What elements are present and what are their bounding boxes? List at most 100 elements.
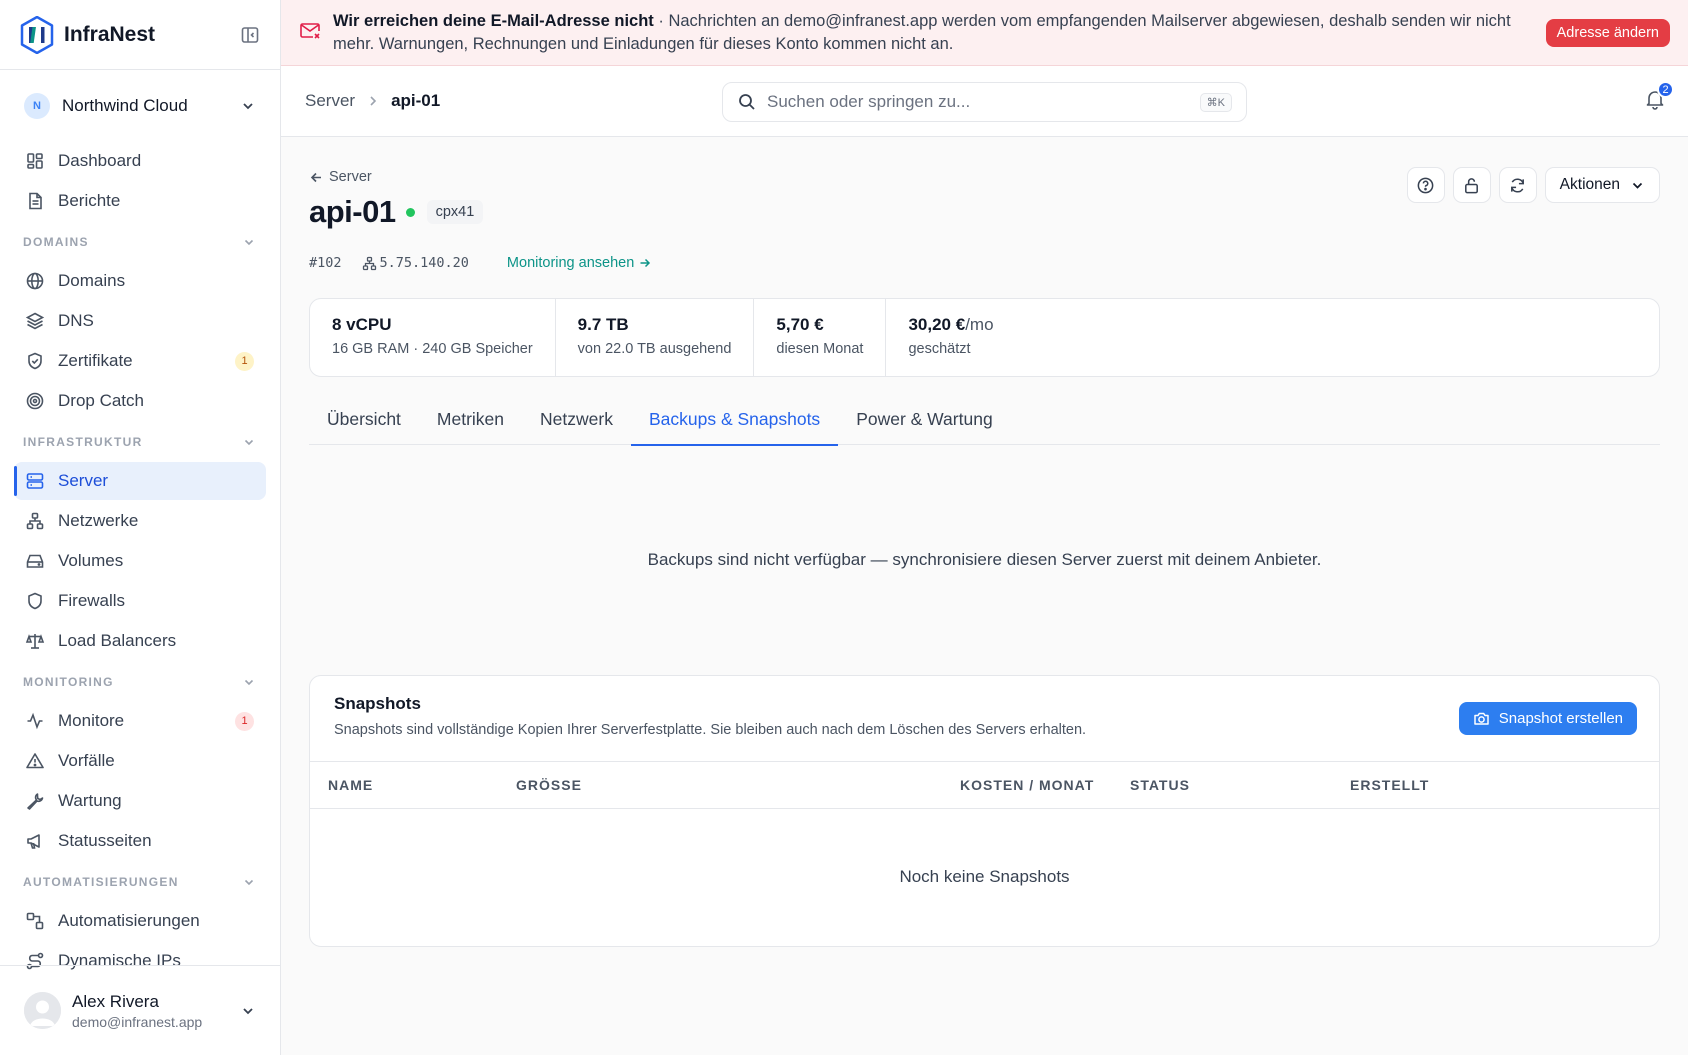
server-type-badge: cpx41 bbox=[426, 200, 484, 224]
shield-check-icon bbox=[28, 352, 42, 370]
unlock-button[interactable] bbox=[1452, 167, 1491, 203]
column-erstellt[interactable]: ERSTELLT bbox=[1350, 777, 1429, 793]
dashboard-icon bbox=[27, 153, 43, 169]
breadcrumb-current: api-01 bbox=[391, 91, 441, 110]
section-infrastruktur[interactable]: INFRASTRUKTUR bbox=[14, 422, 266, 462]
snapshots-empty-state: Noch keine Snapshots bbox=[899, 867, 1070, 886]
tab-power-wartung[interactable]: Power & Wartung bbox=[838, 393, 1011, 445]
snapshots-description: Snapshots sind vollständige Kopien Ihrer… bbox=[334, 722, 1087, 738]
user-email: demo@infranest.app bbox=[72, 1013, 203, 1030]
monitoring-link-label: Monitoring ansehen bbox=[506, 255, 635, 271]
sidebar-item-netzwerke[interactable]: Netzwerke bbox=[14, 502, 266, 540]
user-name: Alex Rivera bbox=[72, 991, 159, 1011]
refresh-button[interactable] bbox=[1498, 167, 1537, 203]
sidebar-item-label: Domains bbox=[58, 271, 126, 290]
monitoring-link[interactable]: Monitoring ansehen bbox=[507, 255, 652, 271]
hard-drive-icon bbox=[26, 554, 44, 568]
user-menu[interactable]: Alex Rivera demo@infranest.app bbox=[0, 965, 280, 1055]
stat-value: 8 vCPU bbox=[332, 315, 392, 334]
section-title: AUTOMATISIERUNGEN bbox=[23, 875, 179, 889]
chevron-down-icon bbox=[244, 239, 254, 246]
sidebar-item-wartung[interactable]: Wartung bbox=[14, 782, 266, 820]
org-switcher[interactable]: N Northwind Cloud bbox=[0, 70, 280, 142]
sidebar-item-firewalls[interactable]: Firewalls bbox=[14, 582, 266, 620]
sidebar-item-server[interactable]: Server bbox=[14, 462, 266, 500]
section-monitoring[interactable]: MONITORING bbox=[14, 662, 266, 702]
column-groesse[interactable]: GRÖSSE bbox=[516, 777, 582, 793]
sidebar-item-berichte[interactable]: Berichte bbox=[14, 182, 266, 220]
snapshots-table-header: NAME GRÖSSE KOSTEN / MONAT STATUS ERSTEL… bbox=[310, 762, 1659, 809]
sidebar-nav: Dashboard Berichte DOMAINS Domains DNS Z… bbox=[0, 142, 280, 980]
chevron-down-icon bbox=[243, 1007, 253, 1014]
unlock-icon bbox=[1465, 177, 1479, 193]
tab-netzwerk[interactable]: Netzwerk bbox=[522, 393, 631, 445]
sidebar-item-label: DNS bbox=[58, 311, 94, 330]
notifications-button[interactable]: 2 bbox=[1644, 81, 1674, 110]
warning-triangle-icon bbox=[26, 753, 44, 769]
layers-icon bbox=[25, 312, 45, 330]
target-icon bbox=[26, 392, 44, 410]
sidebar-item-volumes[interactable]: Volumes bbox=[14, 542, 266, 580]
breadcrumb-server[interactable]: Server bbox=[305, 91, 355, 111]
sidebar-item-label: Statusseiten bbox=[58, 831, 152, 850]
sidebar-item-automatisierungen[interactable]: Automatisierungen bbox=[14, 902, 266, 940]
network-icon bbox=[26, 512, 44, 530]
change-address-button[interactable]: Adresse ändern bbox=[1545, 18, 1670, 47]
section-title: INFRASTRUKTUR bbox=[23, 435, 143, 449]
search-icon bbox=[739, 94, 755, 110]
shield-icon bbox=[28, 592, 42, 610]
sidebar-collapse-icon[interactable] bbox=[240, 25, 260, 45]
section-automatisierungen[interactable]: AUTOMATISIERUNGEN bbox=[14, 862, 266, 902]
sidebar-item-zertifikate[interactable]: Zertifikate 1 bbox=[14, 342, 266, 380]
section-title: DOMAINS bbox=[23, 235, 89, 249]
column-name[interactable]: NAME bbox=[328, 777, 373, 793]
alert-title: Wir erreichen deine E-Mail-Adresse nicht bbox=[333, 11, 654, 30]
activity-icon bbox=[27, 712, 43, 730]
sidebar-item-dashboard[interactable]: Dashboard bbox=[14, 142, 266, 180]
sidebar-item-label: Automatisierungen bbox=[58, 911, 200, 930]
create-snapshot-button[interactable]: Snapshot erstellen bbox=[1458, 702, 1637, 735]
section-domains[interactable]: DOMAINS bbox=[14, 222, 266, 262]
sidebar-item-label: Berichte bbox=[58, 191, 121, 210]
mail-error-icon bbox=[300, 23, 320, 39]
sidebar-item-label: Wartung bbox=[58, 791, 122, 810]
count-badge: 1 bbox=[235, 711, 254, 731]
stat-value: 9.7 TB bbox=[577, 315, 629, 334]
search-input[interactable]: Suchen oder springen zu... ⌘K bbox=[722, 82, 1247, 122]
breadcrumb: Server api-01 bbox=[305, 91, 440, 111]
help-button[interactable] bbox=[1406, 167, 1445, 203]
sidebar-item-load-balancers[interactable]: Load Balancers bbox=[14, 622, 266, 660]
page-title: api-01 cpx41 bbox=[309, 194, 484, 230]
sidebar-item-statusseiten[interactable]: Statusseiten bbox=[14, 822, 266, 860]
sidebar-item-label: Monitore bbox=[58, 711, 125, 730]
scale-icon bbox=[25, 634, 45, 649]
server-ip-value: 5.75.140.20 bbox=[379, 255, 469, 271]
tab-metriken[interactable]: Metriken bbox=[419, 393, 522, 445]
sidebar-item-vorfaelle[interactable]: Vorfälle bbox=[14, 742, 266, 780]
snapshots-card: Snapshots Snapshots sind vollständige Ko… bbox=[309, 675, 1660, 947]
actions-dropdown[interactable]: Aktionen bbox=[1544, 167, 1660, 203]
column-kosten[interactable]: KOSTEN / MONAT bbox=[960, 777, 1094, 793]
snapshots-header: Snapshots Snapshots sind vollständige Ko… bbox=[310, 676, 1659, 762]
snapshots-title: Snapshots bbox=[334, 694, 421, 713]
sidebar-item-monitore[interactable]: Monitore 1 bbox=[14, 702, 266, 740]
chevron-down-icon bbox=[244, 679, 254, 686]
column-status[interactable]: STATUS bbox=[1130, 777, 1190, 793]
server-ip: 5.75.140.20 bbox=[362, 255, 469, 271]
chevron-down-icon bbox=[243, 103, 253, 110]
workflow-icon bbox=[26, 912, 44, 930]
brand: InfraNest bbox=[0, 0, 280, 70]
server-tabs: Übersicht Metriken Netzwerk Backups & Sn… bbox=[309, 393, 1660, 446]
sidebar-item-domains[interactable]: Domains bbox=[14, 262, 266, 300]
server-stats: 8 vCPU 16 GB RAM · 240 GB Speicher 9.7 T… bbox=[309, 298, 1660, 377]
tab-backups-snapshots[interactable]: Backups & Snapshots bbox=[630, 393, 839, 446]
chevron-down-icon bbox=[1632, 182, 1643, 189]
back-link[interactable]: Server bbox=[309, 169, 372, 185]
camera-icon bbox=[1474, 712, 1489, 725]
alert-separator: · bbox=[653, 11, 669, 30]
tab-uebersicht[interactable]: Übersicht bbox=[309, 393, 419, 445]
sidebar-item-drop-catch[interactable]: Drop Catch bbox=[14, 382, 266, 420]
server-name: api-01 bbox=[309, 194, 396, 229]
sidebar-item-dns[interactable]: DNS bbox=[14, 302, 266, 340]
server-id: #102 bbox=[309, 255, 342, 271]
